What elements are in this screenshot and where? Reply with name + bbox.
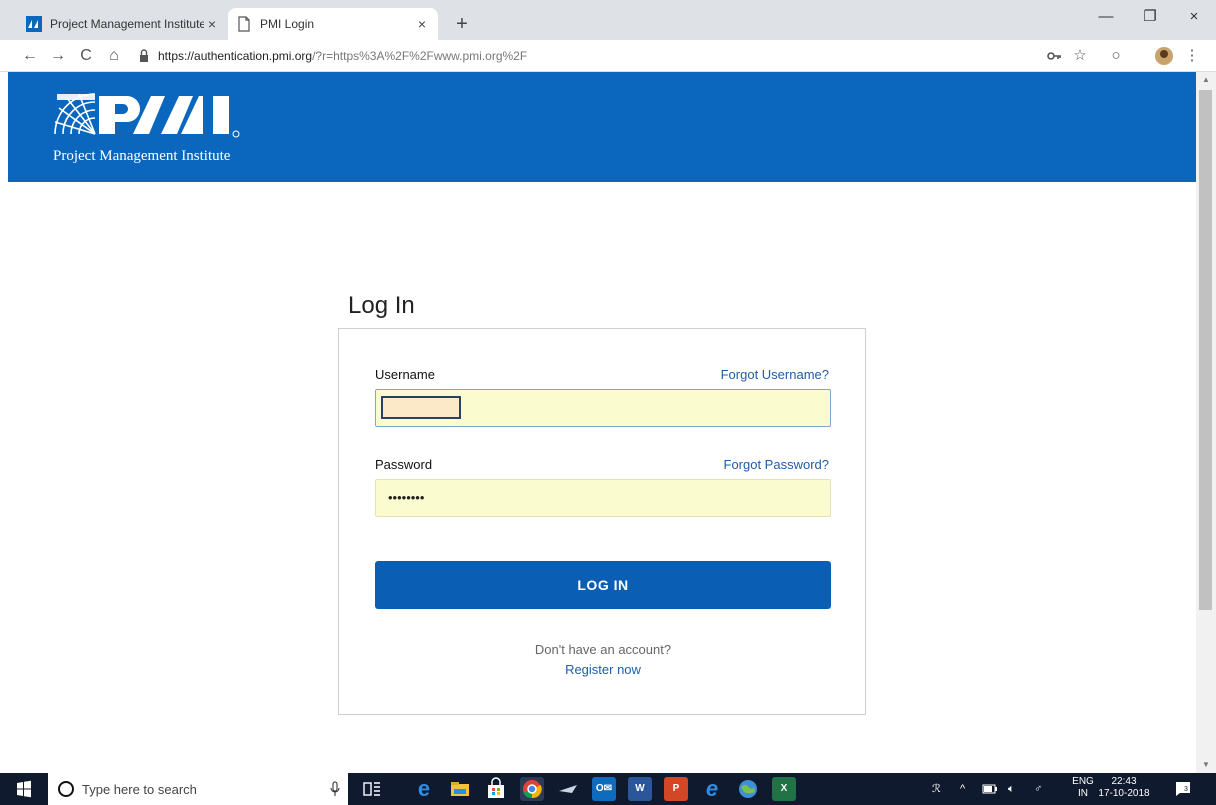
login-button[interactable]: LOG IN: [375, 561, 831, 609]
username-label: Username: [375, 367, 435, 382]
taskbar-search-box[interactable]: Type here to search: [48, 773, 348, 805]
tab-pmi-home[interactable]: Project Management Institute - P ×: [18, 8, 228, 40]
tab-close-icon[interactable]: ×: [414, 16, 430, 32]
taskbar-clock[interactable]: 22:43 17-10-2018: [1098, 776, 1150, 800]
chevron-up-icon[interactable]: ^: [960, 773, 965, 805]
clock-date: 17-10-2018: [1098, 788, 1150, 799]
forward-button[interactable]: →: [46, 44, 70, 68]
language-indicator[interactable]: ENG IN: [1070, 776, 1096, 800]
url-path: /?r=https%3A%2F%2Fwww.pmi.org%2F: [312, 49, 528, 63]
file-explorer-icon[interactable]: [448, 777, 472, 801]
logo-text: Project Management Institute: [53, 148, 231, 164]
edge-browser-icon[interactable]: e: [412, 777, 436, 801]
internet-explorer-icon[interactable]: e: [700, 777, 724, 801]
windows-start-icon[interactable]: [6, 773, 42, 805]
url-host: https://authentication.pmi.org: [158, 49, 313, 63]
site-header: Project Management Institute: [8, 72, 1196, 182]
profile-avatar[interactable]: [1152, 44, 1176, 68]
register-now-link[interactable]: Register now: [339, 662, 867, 677]
page-scrollbar[interactable]: ▲ ▼: [1196, 72, 1216, 773]
browser-tab-bar: Project Management Institute - P × PMI L…: [0, 0, 1216, 40]
tab-title: PMI Login: [260, 17, 315, 31]
cortana-icon: [58, 781, 74, 797]
new-tab-button[interactable]: +: [448, 10, 476, 38]
outlook-icon[interactable]: O✉: [592, 777, 616, 801]
lock-icon: [140, 49, 148, 62]
microphone-icon[interactable]: [330, 781, 340, 797]
pmi-logo[interactable]: Project Management Institute: [53, 90, 258, 170]
username-redaction: [381, 396, 461, 419]
extension-icon[interactable]: ○: [1104, 44, 1128, 68]
notification-count: 3: [1184, 786, 1188, 793]
reload-button[interactable]: C: [74, 44, 98, 68]
arrow-app-icon[interactable]: [556, 777, 580, 801]
forgot-password-link[interactable]: Forgot Password?: [724, 457, 830, 472]
login-card: Username Forgot Username? Password Forgo…: [338, 328, 866, 715]
people-icon[interactable]: ℛ: [932, 773, 941, 805]
no-account-text: Don't have an account?: [534, 642, 672, 657]
home-button[interactable]: ⌂: [102, 44, 126, 68]
tab-title: Project Management Institute - P: [50, 17, 204, 31]
chrome-icon[interactable]: [520, 777, 544, 801]
language-code: ENG: [1072, 776, 1094, 787]
windows-taskbar: Type here to search e O✉ W P e X ℛ ^ 🔈︎ …: [0, 773, 1216, 805]
word-icon[interactable]: W: [628, 777, 652, 801]
clock-time: 22:43: [1111, 776, 1137, 787]
task-view-icon[interactable]: [360, 777, 384, 801]
back-button[interactable]: ←: [18, 44, 42, 68]
address-bar[interactable]: https://authentication.pmi.org/?r=https%…: [138, 46, 1038, 66]
password-field[interactable]: ••••••••: [375, 479, 831, 517]
pen-icon[interactable]: ♂︎: [1034, 773, 1042, 805]
bookmark-star-icon[interactable]: ☆: [1068, 44, 1092, 68]
close-window-button[interactable]: ×: [1172, 0, 1216, 34]
search-placeholder: Type here to search: [82, 781, 197, 797]
scroll-up-arrow-icon[interactable]: ▲: [1196, 72, 1216, 88]
browser-toolbar: ← → C ⌂ https://authentication.pmi.org/?…: [0, 40, 1216, 72]
tab-close-icon[interactable]: ×: [204, 16, 220, 32]
browser-menu-icon[interactable]: ⋮: [1180, 44, 1204, 68]
battery-icon[interactable]: [982, 784, 998, 794]
excel-icon[interactable]: X: [772, 777, 796, 801]
powerpoint-icon[interactable]: P: [664, 777, 688, 801]
pmi-logo-mark-icon: [54, 93, 240, 138]
volume-icon[interactable]: 🔈︎: [1008, 773, 1015, 805]
maximize-button[interactable]: ❐: [1128, 0, 1172, 34]
globe-app-icon[interactable]: [736, 777, 760, 801]
scroll-down-arrow-icon[interactable]: ▼: [1196, 757, 1216, 773]
page-icon: [238, 16, 250, 32]
notification-center-icon[interactable]: 3: [1174, 780, 1192, 798]
scrollbar-thumb[interactable]: [1199, 90, 1212, 610]
login-title: Log In: [348, 292, 415, 319]
region-code: IN: [1078, 788, 1088, 799]
store-icon[interactable]: [484, 777, 508, 801]
minimize-button[interactable]: —: [1084, 0, 1128, 34]
tab-pmi-login[interactable]: PMI Login ×: [228, 8, 438, 40]
pmi-favicon-icon: [26, 16, 42, 32]
forgot-username-link[interactable]: Forgot Username?: [721, 367, 829, 382]
password-label: Password: [375, 457, 433, 472]
key-icon[interactable]: [1042, 44, 1066, 68]
